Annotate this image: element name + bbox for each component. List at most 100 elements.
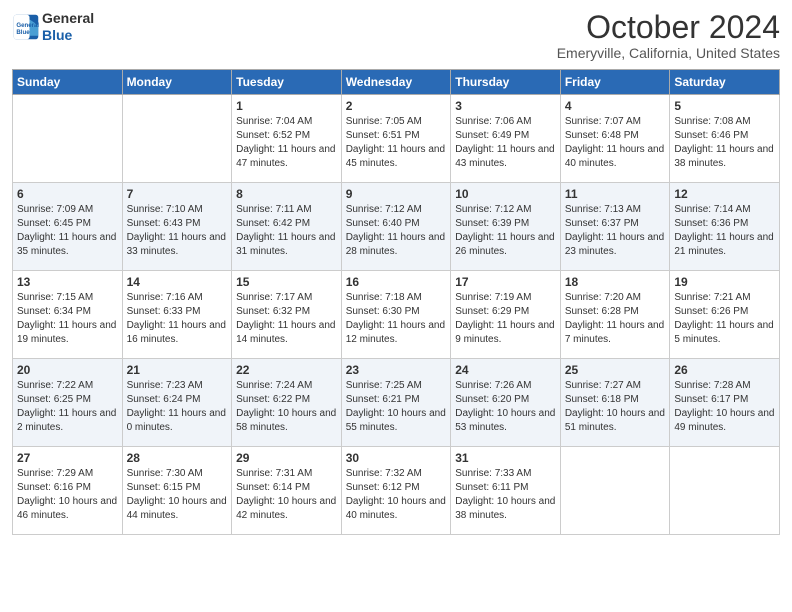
cell-info: Sunrise: 7:33 AMSunset: 6:11 PMDaylight:… — [455, 467, 556, 523]
calendar-cell: 18 Sunrise: 7:20 AMSunset: 6:28 PMDayligh… — [560, 271, 670, 359]
day-number: 5 — [674, 99, 775, 113]
logo: General Blue General Blue — [12, 10, 94, 44]
cell-info: Sunrise: 7:09 AMSunset: 6:45 PMDaylight:… — [17, 203, 118, 259]
day-number: 23 — [346, 363, 447, 377]
cell-info: Sunrise: 7:10 AMSunset: 6:43 PMDaylight:… — [127, 203, 228, 259]
cell-info: Sunrise: 7:22 AMSunset: 6:25 PMDaylight:… — [17, 379, 118, 435]
calendar-cell — [122, 95, 232, 183]
cell-info: Sunrise: 7:04 AMSunset: 6:52 PMDaylight:… — [236, 115, 337, 171]
day-number: 15 — [236, 275, 337, 289]
calendar-cell: 3 Sunrise: 7:06 AMSunset: 6:49 PMDaylight… — [451, 95, 561, 183]
day-number: 8 — [236, 187, 337, 201]
day-number: 14 — [127, 275, 228, 289]
day-number: 20 — [17, 363, 118, 377]
calendar-cell: 30Sunrise: 7:32 AMSunset: 6:12 PMDayligh… — [341, 447, 451, 535]
day-number: 3 — [455, 99, 556, 113]
cell-info: Sunrise: 7:20 AMSunset: 6:28 PMDaylight:… — [565, 291, 666, 347]
day-number: 24 — [455, 363, 556, 377]
calendar-cell: 27 Sunrise: 7:29 AMSunset: 6:16 PMDayligh… — [13, 447, 123, 535]
cell-info: Sunrise: 7:25 AMSunset: 6:21 PMDaylight:… — [346, 379, 447, 435]
calendar-cell — [560, 447, 670, 535]
calendar-cell — [670, 447, 780, 535]
calendar-body: 1 Sunrise: 7:04 AMSunset: 6:52 PMDaylight… — [13, 95, 780, 535]
day-number: 11 — [565, 187, 666, 201]
calendar-header: SundayMondayTuesdayWednesdayThursdayFrid… — [13, 70, 780, 95]
cell-info: Sunrise: 7:26 AMSunset: 6:20 PMDaylight:… — [455, 379, 556, 435]
calendar-cell: 16 Sunrise: 7:18 AMSunset: 6:30 PMDayligh… — [341, 271, 451, 359]
calendar-cell: 9Sunrise: 7:12 AMSunset: 6:40 PMDaylight… — [341, 183, 451, 271]
svg-text:Blue: Blue — [16, 29, 30, 36]
day-number: 2 — [346, 99, 447, 113]
day-number: 27 — [17, 451, 118, 465]
weekday-header: Tuesday — [232, 70, 342, 95]
calendar-cell: 6Sunrise: 7:09 AMSunset: 6:45 PMDaylight… — [13, 183, 123, 271]
calendar-cell: 15 Sunrise: 7:17 AMSunset: 6:32 PMDayligh… — [232, 271, 342, 359]
weekday-header: Friday — [560, 70, 670, 95]
location: Emeryville, California, United States — [557, 45, 780, 61]
day-number: 16 — [346, 275, 447, 289]
calendar-cell: 2 Sunrise: 7:05 AMSunset: 6:51 PMDaylight… — [341, 95, 451, 183]
day-number: 10 — [455, 187, 556, 201]
cell-info: Sunrise: 7:11 AMSunset: 6:42 PMDaylight:… — [236, 203, 337, 259]
cell-info: Sunrise: 7:17 AMSunset: 6:32 PMDaylight:… — [236, 291, 337, 347]
calendar-table: SundayMondayTuesdayWednesdayThursdayFrid… — [12, 69, 780, 535]
cell-info: Sunrise: 7:12 AMSunset: 6:40 PMDaylight:… — [346, 203, 447, 259]
day-number: 25 — [565, 363, 666, 377]
header: General Blue General Blue October 2024 E… — [12, 10, 780, 61]
day-number: 29 — [236, 451, 337, 465]
day-number: 12 — [674, 187, 775, 201]
cell-info: Sunrise: 7:21 AMSunset: 6:26 PMDaylight:… — [674, 291, 775, 347]
cell-info: Sunrise: 7:06 AMSunset: 6:49 PMDaylight:… — [455, 115, 556, 171]
cell-info: Sunrise: 7:29 AMSunset: 6:16 PMDaylight:… — [17, 467, 118, 523]
cell-info: Sunrise: 7:07 AMSunset: 6:48 PMDaylight:… — [565, 115, 666, 171]
weekday-header: Wednesday — [341, 70, 451, 95]
logo-icon: General Blue — [12, 13, 40, 41]
weekday-header: Sunday — [13, 70, 123, 95]
calendar-cell: 11 Sunrise: 7:13 AMSunset: 6:37 PMDayligh… — [560, 183, 670, 271]
cell-info: Sunrise: 7:14 AMSunset: 6:36 PMDaylight:… — [674, 203, 775, 259]
calendar-cell: 17 Sunrise: 7:19 AMSunset: 6:29 PMDayligh… — [451, 271, 561, 359]
cell-info: Sunrise: 7:13 AMSunset: 6:37 PMDaylight:… — [565, 203, 666, 259]
calendar-cell: 28 Sunrise: 7:30 AMSunset: 6:15 PMDayligh… — [122, 447, 232, 535]
calendar-cell: 4 Sunrise: 7:07 AMSunset: 6:48 PMDaylight… — [560, 95, 670, 183]
title-block: October 2024 Emeryville, California, Uni… — [557, 10, 780, 61]
calendar-cell: 12 Sunrise: 7:14 AMSunset: 6:36 PMDayligh… — [670, 183, 780, 271]
day-number: 22 — [236, 363, 337, 377]
cell-info: Sunrise: 7:08 AMSunset: 6:46 PMDaylight:… — [674, 115, 775, 171]
day-number: 4 — [565, 99, 666, 113]
calendar-cell: 29 Sunrise: 7:31 AMSunset: 6:14 PMDayligh… — [232, 447, 342, 535]
day-number: 18 — [565, 275, 666, 289]
day-number: 19 — [674, 275, 775, 289]
cell-info: Sunrise: 7:27 AMSunset: 6:18 PMDaylight:… — [565, 379, 666, 435]
calendar-cell: 10 Sunrise: 7:12 AMSunset: 6:39 PMDayligh… — [451, 183, 561, 271]
svg-text:General: General — [16, 22, 39, 29]
weekday-header: Thursday — [451, 70, 561, 95]
calendar-cell: 20 Sunrise: 7:22 AMSunset: 6:25 PMDayligh… — [13, 359, 123, 447]
cell-info: Sunrise: 7:05 AMSunset: 6:51 PMDaylight:… — [346, 115, 447, 171]
day-number: 13 — [17, 275, 118, 289]
calendar-cell: 1 Sunrise: 7:04 AMSunset: 6:52 PMDaylight… — [232, 95, 342, 183]
day-number: 28 — [127, 451, 228, 465]
weekday-header: Monday — [122, 70, 232, 95]
cell-info: Sunrise: 7:18 AMSunset: 6:30 PMDaylight:… — [346, 291, 447, 347]
cell-info: Sunrise: 7:30 AMSunset: 6:15 PMDaylight:… — [127, 467, 228, 523]
calendar-cell: 31 Sunrise: 7:33 AMSunset: 6:11 PMDayligh… — [451, 447, 561, 535]
cell-info: Sunrise: 7:19 AMSunset: 6:29 PMDaylight:… — [455, 291, 556, 347]
calendar-container: General Blue General Blue October 2024 E… — [0, 0, 792, 547]
calendar-cell: 7 Sunrise: 7:10 AMSunset: 6:43 PMDaylight… — [122, 183, 232, 271]
day-number: 31 — [455, 451, 556, 465]
day-number: 17 — [455, 275, 556, 289]
calendar-cell: 21Sunrise: 7:23 AMSunset: 6:24 PMDayligh… — [122, 359, 232, 447]
cell-info: Sunrise: 7:12 AMSunset: 6:39 PMDaylight:… — [455, 203, 556, 259]
cell-info: Sunrise: 7:31 AMSunset: 6:14 PMDaylight:… — [236, 467, 337, 523]
cell-info: Sunrise: 7:16 AMSunset: 6:33 PMDaylight:… — [127, 291, 228, 347]
calendar-cell: 25 Sunrise: 7:27 AMSunset: 6:18 PMDayligh… — [560, 359, 670, 447]
cell-info: Sunrise: 7:24 AMSunset: 6:22 PMDaylight:… — [236, 379, 337, 435]
day-number: 1 — [236, 99, 337, 113]
calendar-cell: 13 Sunrise: 7:15 AMSunset: 6:34 PMDayligh… — [13, 271, 123, 359]
calendar-cell: 19 Sunrise: 7:21 AMSunset: 6:26 PMDayligh… — [670, 271, 780, 359]
day-number: 7 — [127, 187, 228, 201]
month-title: October 2024 — [557, 10, 780, 45]
calendar-cell — [13, 95, 123, 183]
cell-info: Sunrise: 7:15 AMSunset: 6:34 PMDaylight:… — [17, 291, 118, 347]
